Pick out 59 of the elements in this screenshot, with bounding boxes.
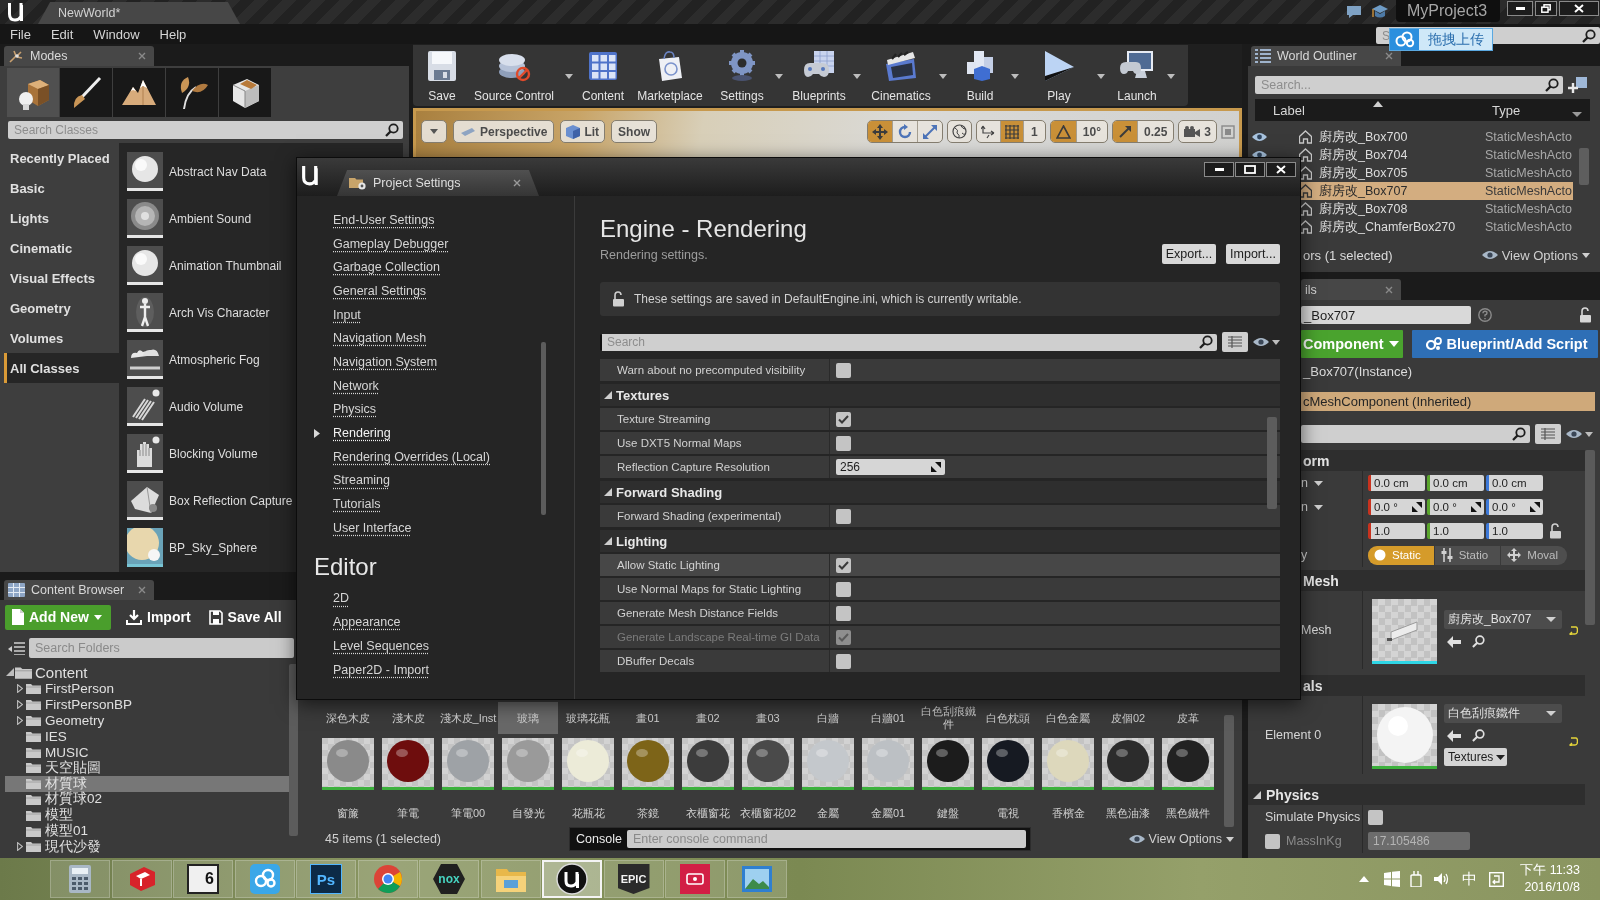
project-name: MyProject3 [1396,0,1500,22]
asset-name: 窗簾 [337,806,359,820]
setting-label: Warn about no precomputed visibility [617,364,806,376]
actor-type: StaticMeshActo [1485,148,1572,162]
property-label: y [1301,548,1308,562]
console-label: Console [576,832,622,846]
app-logo: EPIC [617,864,650,894]
setting-label: Forward Shading (experimental) [617,510,782,522]
setting-label: Reflection Capture Resolution [617,461,770,473]
app-logo: nox [433,864,465,894]
asset-name: 筆電00 [450,806,486,820]
number-field: 17.105486 [1368,832,1470,850]
asset-name: 茶鏡 [637,806,659,820]
asset-name: 黑色油漆 [1106,806,1150,820]
item-count: 45 items (1 selected) [325,832,443,846]
setting-label: Use Normal Maps for Static Lighting [617,583,802,595]
asset-name: 香檳金 [1051,806,1085,820]
actor-name: 廚房改_Box708 [1319,200,1409,218]
setting-label: Generate Mesh Distance Fields [617,607,779,619]
property-label: Mesh [1301,623,1332,637]
actor-name: 廚房改_Box707 [1319,182,1409,200]
section-heading: Editor [313,551,378,582]
asset-name: 鍵盤 [937,806,959,820]
actor-count: ors (1 selected) [1303,247,1393,263]
actor-type: StaticMeshActo [1485,184,1572,198]
actor-type: StaticMeshActo [1485,220,1572,234]
actor-type: StaticMeshActo [1485,166,1572,180]
property-label: Simulate Physics [1265,810,1361,824]
asset-name: 黑色鐵件 [1166,806,1210,820]
asset-name: 筆電 [397,806,419,820]
asset-name: 花瓶花 [571,806,605,820]
setting-label: Texture Streaming [617,413,711,425]
setting-label: Use DXT5 Normal Maps [617,437,742,449]
asset-name: 金屬01 [870,806,906,820]
notice-text: These settings are saved in DefaultEngine.ini, which is currently writable. [634,292,1022,306]
property-label: MassInKg [1286,834,1342,848]
asset-name: 電視 [997,806,1019,820]
page-subtitle: Rendering settings. [600,247,709,264]
app-logo: Ps [310,864,342,894]
actor-name: 廚房改_Box705 [1319,164,1409,182]
setting-label: Allow Static Lighting [617,559,720,571]
asset-name: 自發光 [511,806,545,820]
asset-name: 衣櫃窗花 [686,806,730,820]
property-label: Element 0 [1265,728,1322,742]
setting-label: Generate Landscape Real-time GI Data [617,631,820,643]
property-label: n [1301,476,1308,490]
asset-name: 衣櫃窗花02 [739,806,797,820]
clock-time: 下午 11:33 [1520,862,1580,879]
setting-label: DBuffer Decals [617,655,695,667]
app-logo: 6 [187,864,219,894]
property-label: n [1301,500,1308,514]
page-title: Engine - Rendering [600,214,808,244]
actor-name: 廚房改_Box704 [1319,146,1409,164]
actor-name: 廚房改_Box700 [1319,128,1409,146]
actor-name: 廚房改_ChamferBox270 [1319,218,1457,236]
actor-type: StaticMeshActo [1485,202,1572,216]
clock-date: 2016/10/8 [1524,879,1580,896]
actor-type: StaticMeshActo [1485,130,1572,144]
asset-name: 金屬 [817,806,839,820]
